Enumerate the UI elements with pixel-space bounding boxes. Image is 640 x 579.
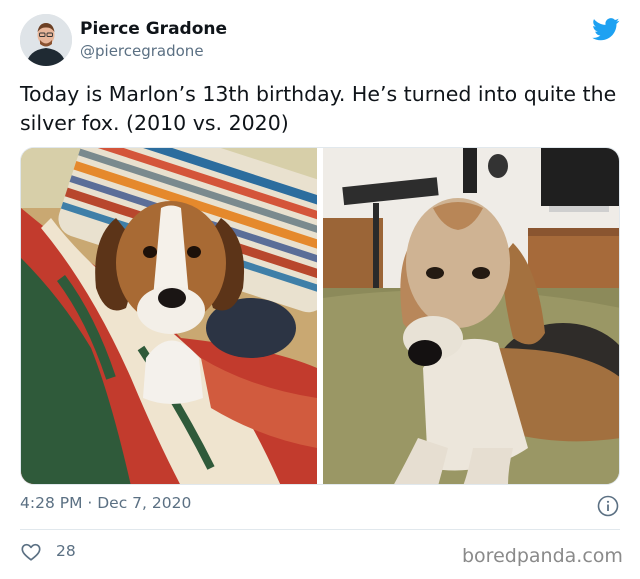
heart-icon[interactable] <box>20 541 42 563</box>
tweet-text: Today is Marlon’s 13th birthday. He’s tu… <box>20 82 617 135</box>
divider <box>20 529 620 530</box>
like-count[interactable]: 28 <box>56 542 76 560</box>
tweet-media[interactable] <box>20 147 620 485</box>
twitter-bird-icon[interactable] <box>592 18 620 41</box>
watermark: boredpanda.com <box>462 545 623 567</box>
senior-dog-photo[interactable] <box>323 148 619 484</box>
puppy-photo[interactable] <box>21 148 317 484</box>
info-icon[interactable] <box>597 495 619 517</box>
display-name[interactable]: Pierce Gradone <box>80 19 227 39</box>
tweet-card: Pierce Gradone @piercegradone Today is M… <box>0 0 640 579</box>
user-handle[interactable]: @piercegradone <box>80 42 204 60</box>
avatar[interactable] <box>20 14 72 66</box>
tweet-timestamp[interactable]: 4:28 PM · Dec 7, 2020 <box>20 494 191 512</box>
